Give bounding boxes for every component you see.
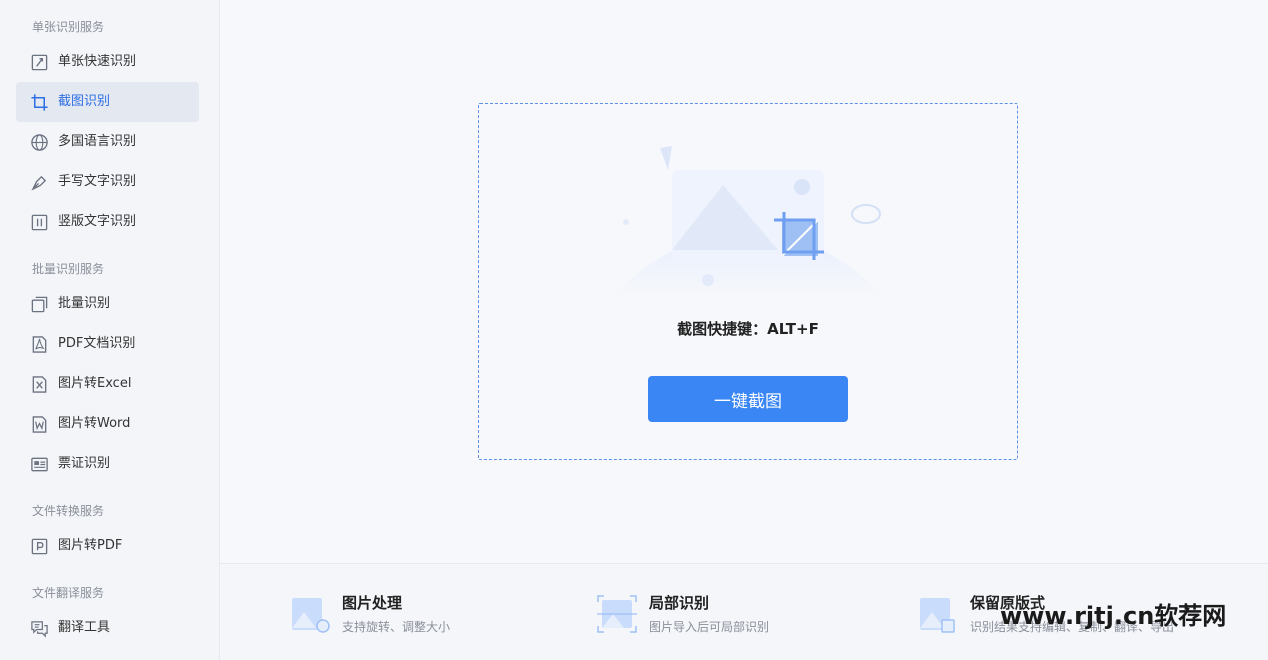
sidebar-item-single-quick[interactable]: 单张快速识别 (16, 42, 199, 82)
screenshot-illustration-icon (608, 146, 888, 300)
sidebar-item-label: 竖版文字识别 (58, 214, 137, 229)
sidebar-item-handwriting[interactable]: 手写文字识别 (16, 162, 199, 202)
sidebar-item-batch[interactable]: 批量识别 (16, 284, 199, 324)
sidebar-item-label: 单张快速识别 (58, 54, 137, 69)
sidebar-item-label: 截图识别 (58, 94, 111, 109)
feature-title: 局部识别 (649, 594, 710, 612)
sidebar-item-label: 手写文字识别 (58, 174, 137, 189)
pdf-convert-icon (31, 538, 48, 555)
one-click-screenshot-button[interactable]: 一键截图 (648, 376, 848, 422)
section-title-convert: 文件转换服务 (32, 504, 105, 518)
feature-desc: 图片导入后可局部识别 (649, 620, 770, 634)
pdf-icon (32, 336, 47, 353)
pen-icon (31, 175, 47, 191)
sidebar-item-label: 翻译工具 (58, 620, 111, 635)
excel-icon (32, 376, 47, 393)
section-title-translate: 文件翻译服务 (32, 586, 105, 600)
sidebar-item-excel[interactable]: 图片转Excel (16, 364, 199, 404)
sidebar-item-pdf[interactable]: PDF文档识别 (16, 324, 199, 364)
sidebar-item-screenshot[interactable]: 截图识别 (16, 82, 199, 122)
section-title-single: 单张识别服务 (32, 20, 105, 34)
keep-layout-icon (920, 598, 955, 633)
word-icon (32, 416, 47, 433)
feature-desc: 支持旋转、调整大小 (342, 620, 451, 634)
sidebar-item-label: PDF文档识别 (58, 336, 136, 351)
feature-title: 图片处理 (342, 594, 403, 612)
sidebar: 单张识别服务 单张快速识别 截图识别 多国语言识别 手写文字识别 竖版文字识别 … (0, 0, 220, 660)
feature-image-process: 图片处理 支持旋转、调整大小 (290, 590, 590, 640)
globe-icon (31, 134, 48, 151)
sidebar-item-multilang[interactable]: 多国语言识别 (16, 122, 199, 162)
single-recognition-icon (31, 54, 48, 71)
site-watermark: www.rjtj.cn软荐网 (1000, 602, 1227, 630)
image-process-icon (292, 598, 330, 633)
sidebar-item-label: 批量识别 (58, 296, 111, 311)
batch-icon (31, 296, 48, 313)
sidebar-item-label: 票证识别 (58, 456, 111, 471)
partial-recognition-icon (597, 595, 637, 633)
sidebar-item-id-card[interactable]: 票证识别 (16, 444, 199, 484)
crop-icon (31, 94, 48, 111)
id-card-icon (31, 457, 48, 472)
vertical-text-icon (31, 214, 48, 231)
sidebar-item-image-to-pdf[interactable]: 图片转PDF (16, 526, 199, 566)
section-title-batch: 批量识别服务 (32, 262, 105, 276)
shortcut-hint: 截图快捷键：ALT+F (677, 320, 819, 338)
sidebar-item-label: 图片转Word (58, 416, 131, 431)
sidebar-item-vertical-text[interactable]: 竖版文字识别 (16, 202, 199, 242)
sidebar-item-label: 图片转Excel (58, 376, 132, 391)
sidebar-item-label: 多国语言识别 (58, 134, 137, 149)
translate-icon (31, 621, 48, 638)
feature-partial-recognition: 局部识别 图片导入后可局部识别 (597, 590, 897, 640)
sidebar-item-word[interactable]: 图片转Word (16, 404, 199, 444)
sidebar-item-translate[interactable]: 翻译工具 (16, 608, 199, 648)
sidebar-item-label: 图片转PDF (58, 538, 123, 553)
